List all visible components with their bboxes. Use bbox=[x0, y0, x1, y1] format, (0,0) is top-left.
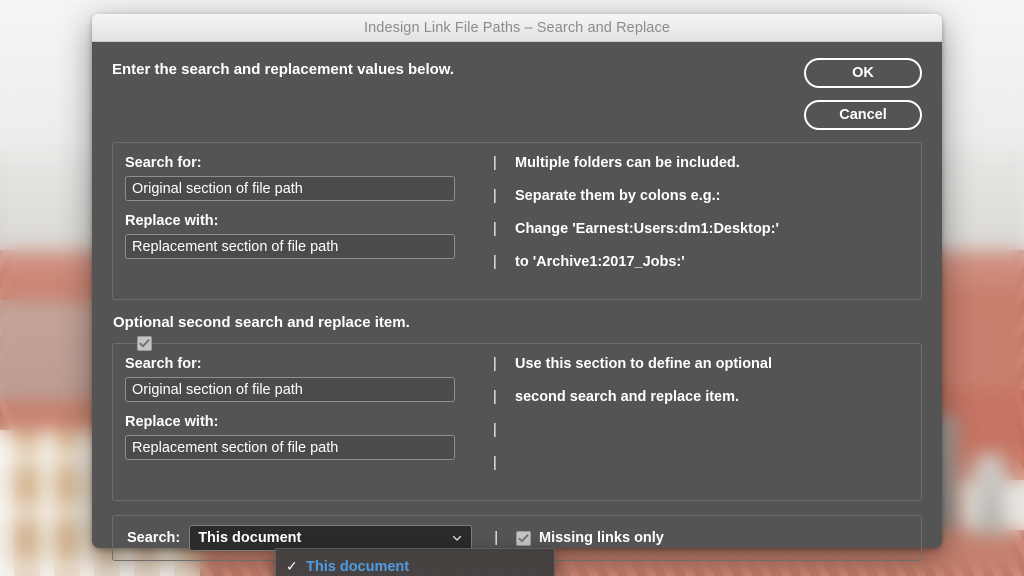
chevron-down-icon bbox=[451, 532, 463, 544]
dialog-button-column: OK Cancel bbox=[804, 58, 922, 130]
menu-item-label: This document bbox=[306, 559, 409, 575]
primary-search-for-input[interactable] bbox=[125, 176, 455, 201]
help-line: | second search and replace item. bbox=[493, 389, 921, 422]
search-scope-label: Search: bbox=[127, 530, 180, 546]
secondary-search-replace-group: Search for: Replace with: | Use this sec… bbox=[112, 343, 922, 501]
missing-links-only-checkbox[interactable]: Missing links only bbox=[516, 530, 664, 546]
help-line: | Multiple folders can be included. bbox=[493, 155, 921, 188]
dialog-title: Indesign Link File Paths – Search and Re… bbox=[364, 20, 670, 36]
checkmark-icon bbox=[139, 338, 150, 349]
missing-links-checkbox-box bbox=[516, 531, 531, 546]
dialog-body: Enter the search and replacement values … bbox=[92, 42, 942, 548]
pipe-glyph: | bbox=[493, 422, 515, 438]
help-text: second search and replace item. bbox=[515, 389, 739, 405]
pipe-glyph: | bbox=[493, 455, 515, 471]
primary-replace-with-input[interactable] bbox=[125, 234, 455, 259]
missing-links-label: Missing links only bbox=[539, 530, 664, 546]
secondary-fields-column: Search for: Replace with: bbox=[113, 356, 483, 488]
secondary-replace-with-input[interactable] bbox=[125, 435, 455, 460]
instruction-text: Enter the search and replacement values … bbox=[112, 58, 804, 78]
pipe-glyph: | bbox=[493, 389, 515, 405]
dialog-header-row: Enter the search and replacement values … bbox=[92, 42, 942, 130]
primary-group-inner: Search for: Replace with: | Multiple fol… bbox=[113, 155, 921, 287]
help-line: | Change 'Earnest:Users:dm1:Desktop:' bbox=[493, 221, 921, 254]
help-line: | Separate them by colons e.g.: bbox=[493, 188, 921, 221]
secondary-field-spacer bbox=[125, 402, 483, 414]
help-line: | bbox=[493, 422, 921, 455]
help-text: Separate them by colons e.g.: bbox=[515, 188, 720, 204]
primary-fields-column: Search for: Replace with: bbox=[113, 155, 483, 287]
dialog-titlebar[interactable]: Indesign Link File Paths – Search and Re… bbox=[92, 14, 942, 42]
scope-select-value: This document bbox=[198, 530, 451, 546]
secondary-help-column: | Use this section to define an optional… bbox=[483, 356, 921, 488]
help-line: | Use this section to define an optional bbox=[493, 356, 921, 389]
scope-divider-pipe: | bbox=[494, 530, 498, 546]
cancel-button[interactable]: Cancel bbox=[804, 100, 922, 130]
primary-replace-with-label: Replace with: bbox=[125, 213, 483, 229]
primary-search-replace-group: Search for: Replace with: | Multiple fol… bbox=[112, 142, 922, 300]
secondary-group-inner: Search for: Replace with: | Use this sec… bbox=[113, 356, 921, 488]
pipe-glyph: | bbox=[493, 221, 515, 237]
secondary-search-for-input[interactable] bbox=[125, 377, 455, 402]
optional-section-title: Optional second search and replace item. bbox=[92, 300, 942, 331]
enable-second-item-checkbox[interactable] bbox=[137, 336, 152, 351]
help-line: | bbox=[493, 455, 921, 488]
help-line: | to 'Archive1:2017_Jobs:' bbox=[493, 254, 921, 287]
help-text: Use this section to define an optional bbox=[515, 356, 772, 372]
menu-item-this-document[interactable]: ✓ This document bbox=[276, 553, 554, 576]
search-replace-dialog: Indesign Link File Paths – Search and Re… bbox=[92, 14, 942, 548]
pipe-glyph: | bbox=[493, 356, 515, 372]
help-text: to 'Archive1:2017_Jobs:' bbox=[515, 254, 685, 270]
help-text: Multiple folders can be included. bbox=[515, 155, 740, 171]
primary-search-for-label: Search for: bbox=[125, 155, 483, 171]
secondary-search-for-label: Search for: bbox=[125, 356, 483, 372]
ok-button[interactable]: OK bbox=[804, 58, 922, 88]
pipe-glyph: | bbox=[493, 155, 515, 171]
secondary-replace-with-label: Replace with: bbox=[125, 414, 483, 430]
pipe-glyph: | bbox=[493, 188, 515, 204]
scope-dropdown-menu[interactable]: ✓ This document All documents bbox=[275, 548, 555, 576]
primary-help-column: | Multiple folders can be included. | Se… bbox=[483, 155, 921, 287]
checkmark-icon bbox=[518, 533, 529, 544]
primary-field-spacer bbox=[125, 201, 483, 213]
menu-checkmark-icon: ✓ bbox=[286, 558, 306, 575]
pipe-glyph: | bbox=[493, 254, 515, 270]
help-text: Change 'Earnest:Users:dm1:Desktop:' bbox=[515, 221, 779, 237]
